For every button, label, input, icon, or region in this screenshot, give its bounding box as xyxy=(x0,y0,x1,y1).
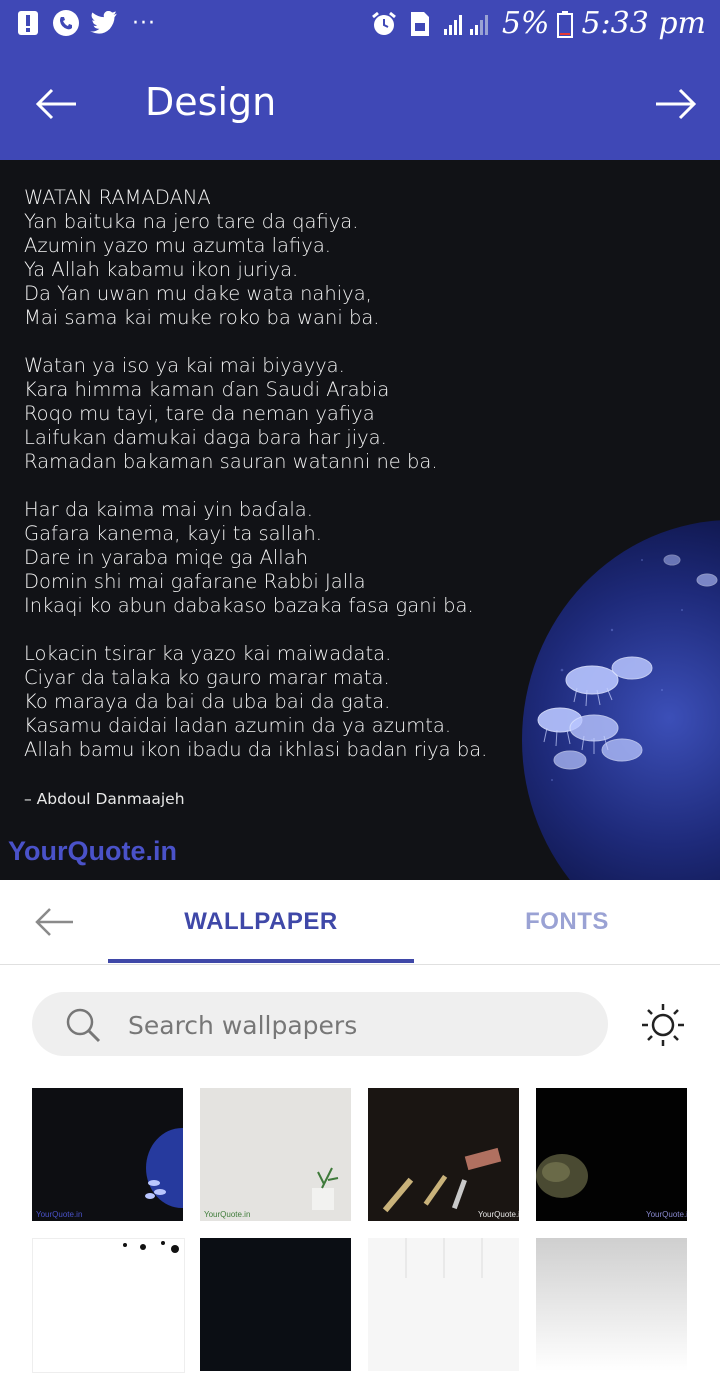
quote-line: Gafara kanema, kayi ta sallah. xyxy=(24,522,322,545)
thumb-watermark: YourQuote.in xyxy=(204,1210,251,1219)
clock: 5:33 pm xyxy=(581,6,706,41)
quote-line: Allah bamu ikon ibadu da ikhlasi badan r… xyxy=(24,738,488,761)
quote-line: Dare in yaraba miqe ga Allah xyxy=(24,546,309,569)
page-title: Design xyxy=(145,80,277,124)
quote-line: Inkaqi ko abun dabakaso bazaka fasa gani… xyxy=(24,594,474,617)
leaves-thumbnail xyxy=(536,1154,588,1198)
quote-line: Ko maraya da bai da uba bai da gata. xyxy=(24,690,391,713)
jellyfish-thumbnail xyxy=(145,1128,183,1208)
wallpaper-thumb-leaves[interactable]: YourQuote.in xyxy=(536,1088,687,1221)
stanza-3: Har da kaima mai yin baɗala. Gafara kane… xyxy=(24,498,487,618)
alarm-icon xyxy=(370,10,398,38)
quote-line: Azumin yazo mu azumta lafiya. xyxy=(24,234,331,257)
stanza-1: Yan baituka na jero tare da qafiya. Azum… xyxy=(24,210,487,330)
back-button[interactable] xyxy=(28,78,84,130)
arrow-left-icon xyxy=(35,908,73,936)
status-left: ··· xyxy=(14,9,156,37)
tab-wallpaper[interactable]: WALLPAPER xyxy=(108,880,414,964)
phone-call-icon xyxy=(52,9,80,37)
arrow-right-icon xyxy=(656,88,697,120)
quote-line: Domin shi mai gafarane Rabbi Jalla xyxy=(24,570,366,593)
wallpaper-thumb-jellyfish[interactable]: YourQuote.in xyxy=(32,1088,183,1221)
quote-line: Watan ya iso ya kai mai biyayya. xyxy=(24,354,345,377)
thumb-watermark: YourQuote.in xyxy=(36,1210,83,1219)
pens-thumbnail xyxy=(382,1147,502,1213)
battery-percent: 5% xyxy=(501,6,550,41)
tabs-back-button[interactable] xyxy=(28,902,80,942)
more-notifications-icon: ··· xyxy=(132,10,156,36)
stanza-4: Lokacin tsirar ka yazo kai maiwadata. Ci… xyxy=(24,642,487,762)
quote-title: WATAN RAMADANA xyxy=(24,186,211,209)
quote-line: Roqo mu tayi, tare da neman yafiya xyxy=(24,402,375,425)
quote-line: Kara himma kaman ɗan Saudi Arabia xyxy=(24,378,390,401)
quote-line: Da Yan uwan mu dake wata nahiya, xyxy=(24,282,372,305)
quote-text: WATAN RAMADANA Yan baituka na jero tare … xyxy=(24,186,487,786)
wallpaper-thumb-pens[interactable]: YourQuote.in xyxy=(368,1088,519,1221)
wallpaper-thumb-plant[interactable]: YourQuote.in xyxy=(200,1088,351,1221)
jellyfish-orb-image xyxy=(522,520,720,880)
plant-thumbnail xyxy=(312,1167,339,1210)
wallpaper-thumb-dark[interactable] xyxy=(200,1238,351,1371)
arrow-left-icon xyxy=(35,88,76,120)
wallpaper-thumb-splash[interactable] xyxy=(32,1238,185,1373)
status-right: 5% 5:33 pm xyxy=(370,6,706,41)
quote-line: Lokacin tsirar ka yazo kai maiwadata. xyxy=(24,642,392,665)
status-bar: ··· 5% 5:33 pm xyxy=(0,0,720,48)
quote-line: Mai sama kai muke roko ba wani ba. xyxy=(24,306,380,329)
thumb-watermark: YourQuote.in xyxy=(646,1210,687,1219)
tab-fonts[interactable]: FONTS xyxy=(414,880,720,964)
twitter-icon xyxy=(90,9,118,37)
signal-icon xyxy=(442,10,494,38)
splash-thumbnail xyxy=(123,1241,179,1253)
stanza-2: Watan ya iso ya kai mai biyayya. Kara hi… xyxy=(24,354,487,474)
quote-preview[interactable]: WATAN RAMADANA Yan baituka na jero tare … xyxy=(0,160,720,880)
quote-line: Har da kaima mai yin baɗala. xyxy=(24,498,313,521)
quote-line: Ramadan bakaman sauran watanni ne ba. xyxy=(24,450,438,473)
design-tabs: WALLPAPER FONTS xyxy=(0,880,720,965)
lines-thumbnail xyxy=(405,1238,483,1278)
thumb-watermark: YourQuote.in xyxy=(478,1210,519,1219)
brightness-icon xyxy=(642,1004,684,1046)
brightness-button[interactable] xyxy=(640,1002,686,1048)
yourquote-watermark: YourQuote.in xyxy=(8,836,177,866)
quote-line: Ya Allah kabamu ikon juriya. xyxy=(24,258,299,281)
search-input[interactable] xyxy=(126,1002,590,1048)
quote-line: Yan baituka na jero tare da qafiya. xyxy=(24,210,359,233)
quote-line: Ciyar da talaka ko gauro marar mata. xyxy=(24,666,390,689)
next-button[interactable] xyxy=(648,78,704,130)
wallpaper-thumb-gradient[interactable] xyxy=(536,1238,687,1371)
battery-icon xyxy=(557,10,574,38)
tab-indicator xyxy=(108,959,414,963)
wallpaper-thumb-lines[interactable] xyxy=(368,1238,519,1371)
quote-author: – Abdoul Danmaajeh xyxy=(24,790,185,808)
jellyfish-illustration xyxy=(537,554,718,781)
app-bar: Design xyxy=(0,48,720,160)
wallpaper-search xyxy=(32,992,608,1056)
quote-line: Kasamu daidai ladan azumin da ya azumta. xyxy=(24,714,452,737)
alert-icon xyxy=(14,9,42,37)
search-icon xyxy=(66,1008,101,1043)
quote-line: Laifukan damukai daga bara har jiya. xyxy=(24,426,387,449)
sim-card-icon xyxy=(406,10,434,38)
